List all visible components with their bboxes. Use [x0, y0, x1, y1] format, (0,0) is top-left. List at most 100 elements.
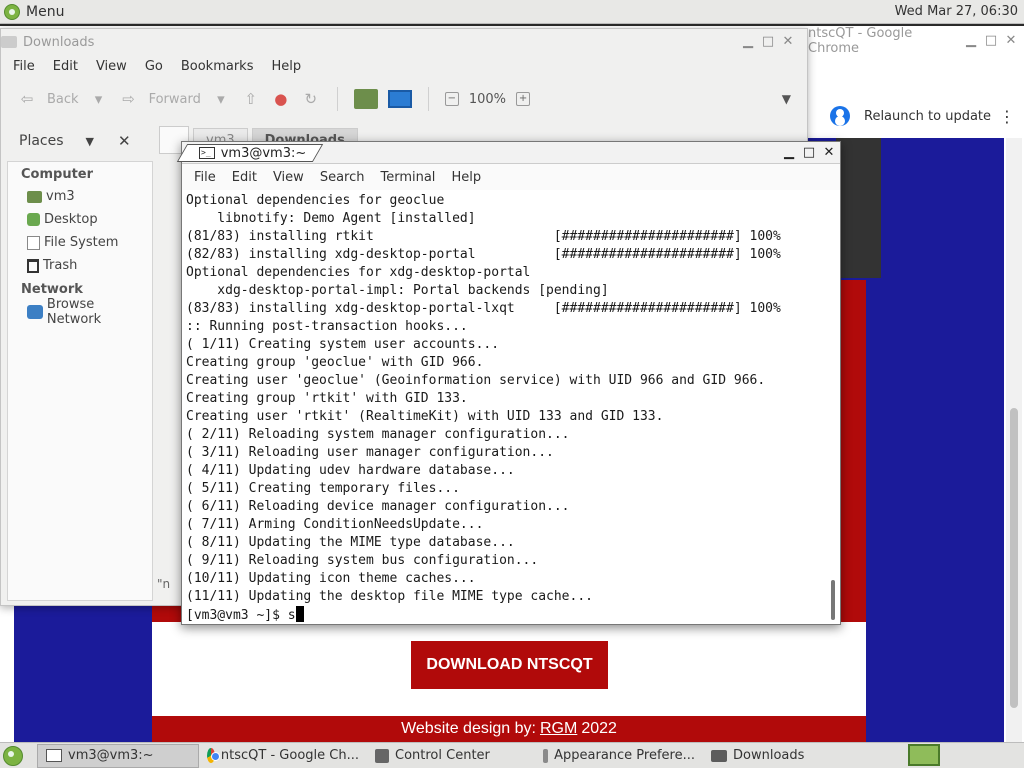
- sidebar-item-file-system[interactable]: File System: [8, 231, 152, 254]
- maximize-icon[interactable]: □: [761, 35, 775, 49]
- terminal-line: ( 1/11) Creating system user accounts...: [186, 337, 500, 352]
- computer-icon[interactable]: [387, 90, 412, 108]
- scrollbar-thumb[interactable]: [831, 580, 835, 620]
- terminal-line: Creating group 'geoclue' with GID 966.: [186, 355, 484, 370]
- footer-prefix: Website design by:: [401, 720, 536, 737]
- file-system-icon: [27, 235, 40, 250]
- terminal-title-tab[interactable]: >_ vm3@vm3:~: [176, 143, 323, 162]
- trash-icon: [27, 258, 39, 273]
- term-menu-search[interactable]: Search: [320, 170, 365, 185]
- terminal-line: :: Running post-transaction hooks...: [186, 319, 468, 334]
- sidebar-item-browse-network[interactable]: Browse Network: [8, 297, 152, 327]
- home-folder-icon[interactable]: [353, 89, 378, 109]
- task-label: Appearance Prefere...: [554, 748, 695, 763]
- terminal-line: Creating user 'geoclue' (Geoinformation …: [186, 373, 766, 388]
- forward-button[interactable]: Forward: [149, 92, 201, 107]
- sidebar-item-desktop[interactable]: Desktop: [8, 208, 152, 231]
- bottom-panel: vm3@vm3:~ ntscQT - Google Ch... Control …: [0, 742, 1024, 768]
- sidebar-item-trash[interactable]: Trash: [8, 254, 152, 277]
- chevron-down-icon[interactable]: ▼: [86, 135, 94, 148]
- minimize-icon[interactable]: ▁: [964, 34, 978, 48]
- chevron-down-icon[interactable]: ▾: [89, 89, 109, 109]
- maximize-icon[interactable]: □: [984, 34, 998, 48]
- fm-menu-go[interactable]: Go: [145, 59, 163, 74]
- task-label: ntscQT - Google Ch...: [220, 748, 359, 763]
- term-menu-view[interactable]: View: [273, 170, 304, 185]
- task-downloads[interactable]: Downloads: [703, 744, 823, 768]
- clock[interactable]: Wed Mar 27, 06:30: [895, 4, 1018, 19]
- workspace-switcher[interactable]: [908, 744, 940, 766]
- task-label: Control Center: [395, 748, 490, 763]
- terminal-line: ( 3/11) Reloading user manager configura…: [186, 445, 554, 460]
- start-menu-icon[interactable]: [3, 745, 23, 766]
- back-arrow-icon[interactable]: ⇦: [17, 89, 37, 109]
- footer-year: 2022: [581, 720, 617, 737]
- footer-link[interactable]: RGM: [540, 720, 577, 738]
- text-cursor: [295, 606, 304, 622]
- fm-title: Downloads: [23, 34, 95, 50]
- task-appearance[interactable]: Appearance Prefere...: [535, 744, 703, 768]
- terminal-icon: [46, 749, 62, 762]
- task-label: vm3@vm3:~: [68, 748, 154, 763]
- close-icon[interactable]: ✕: [822, 145, 836, 160]
- kebab-menu-icon[interactable]: ⋮: [999, 107, 1015, 126]
- reload-icon[interactable]: ↻: [301, 89, 321, 109]
- folder-icon: [1, 36, 17, 48]
- places-sidebar: Computer vm3 Desktop File System Trash N…: [7, 161, 153, 601]
- terminal-scrollbar[interactable]: [826, 190, 840, 622]
- zoom-in-icon[interactable]: +: [516, 92, 531, 106]
- fm-menu-edit[interactable]: Edit: [53, 59, 78, 74]
- terminal-prompt: [vm3@vm3 ~]$: [186, 608, 288, 622]
- maximize-icon[interactable]: □: [802, 145, 816, 160]
- folder-icon: [711, 749, 727, 762]
- terminal-output[interactable]: Optional dependencies for geoclue libnot…: [182, 190, 826, 622]
- task-control-center[interactable]: Control Center: [367, 744, 535, 768]
- term-menu-file[interactable]: File: [194, 170, 216, 185]
- terminal-typed: s: [287, 608, 296, 622]
- minimize-icon[interactable]: ▁: [782, 145, 796, 160]
- term-menu-edit[interactable]: Edit: [232, 170, 257, 185]
- terminal-line: (82/83) installing xdg-desktop-portal [#…: [186, 247, 781, 262]
- download-ntscqt-button[interactable]: DOWNLOAD NTSCQT: [411, 641, 608, 689]
- close-sidebar-icon[interactable]: ✕: [118, 132, 131, 150]
- desktop-icon: [27, 213, 40, 226]
- fm-menu-file[interactable]: File: [13, 59, 35, 74]
- menu-label: Menu: [26, 4, 65, 20]
- task-terminal[interactable]: vm3@vm3:~: [37, 743, 199, 768]
- fm-menu-view[interactable]: View: [96, 59, 127, 74]
- chrome-scrollbar[interactable]: [1006, 138, 1022, 742]
- scrollbar-thumb[interactable]: [1010, 408, 1018, 708]
- menu-button[interactable]: Menu: [4, 3, 64, 21]
- back-button[interactable]: Back: [47, 92, 79, 107]
- chevron-down-icon[interactable]: ▾: [211, 89, 231, 109]
- toolbar-divider: [336, 87, 338, 111]
- term-menu-help[interactable]: Help: [451, 170, 481, 185]
- terminal-lines: Optional dependencies for geoclue libnot…: [186, 192, 826, 606]
- fm-menu-bookmarks[interactable]: Bookmarks: [181, 59, 254, 74]
- minimize-icon[interactable]: ▁: [741, 35, 755, 49]
- term-menu-terminal[interactable]: Terminal: [380, 170, 435, 185]
- forward-arrow-icon[interactable]: ⇨: [119, 89, 139, 109]
- chrome-icon: [207, 748, 220, 763]
- terminal-line: Optional dependencies for xdg-desktop-po…: [186, 265, 531, 280]
- sidebar-header-computer: Computer: [21, 167, 94, 182]
- terminal-prompt-line[interactable]: [vm3@vm3 ~]$ s: [186, 606, 826, 622]
- profile-icon[interactable]: [830, 106, 850, 126]
- terminal-line: ( 5/11) Creating temporary files...: [186, 481, 460, 496]
- close-icon[interactable]: ✕: [781, 35, 795, 49]
- task-chrome[interactable]: ntscQT - Google Ch...: [199, 744, 367, 768]
- close-icon[interactable]: ✕: [1004, 34, 1018, 48]
- view-dropdown-icon[interactable]: ▼: [782, 92, 791, 106]
- sidebar-item-label: Browse Network: [46, 296, 102, 327]
- terminal-line: ( 8/11) Updating the MIME type database.…: [186, 535, 515, 550]
- sidebar-item-vm3[interactable]: vm3: [8, 185, 152, 208]
- places-label[interactable]: Places: [19, 133, 64, 149]
- zoom-out-icon[interactable]: −: [444, 92, 459, 106]
- terminal-line: ( 2/11) Reloading system manager configu…: [186, 427, 570, 442]
- up-arrow-icon[interactable]: ⇧: [241, 89, 261, 109]
- stop-icon[interactable]: ●: [271, 89, 291, 109]
- top-panel: Menu Wed Mar 27, 06:30: [0, 0, 1024, 24]
- relaunch-button[interactable]: Relaunch to update: [864, 109, 991, 124]
- fm-titlebar: Downloads ▁ □ ✕: [1, 29, 807, 55]
- fm-menu-help[interactable]: Help: [271, 59, 301, 74]
